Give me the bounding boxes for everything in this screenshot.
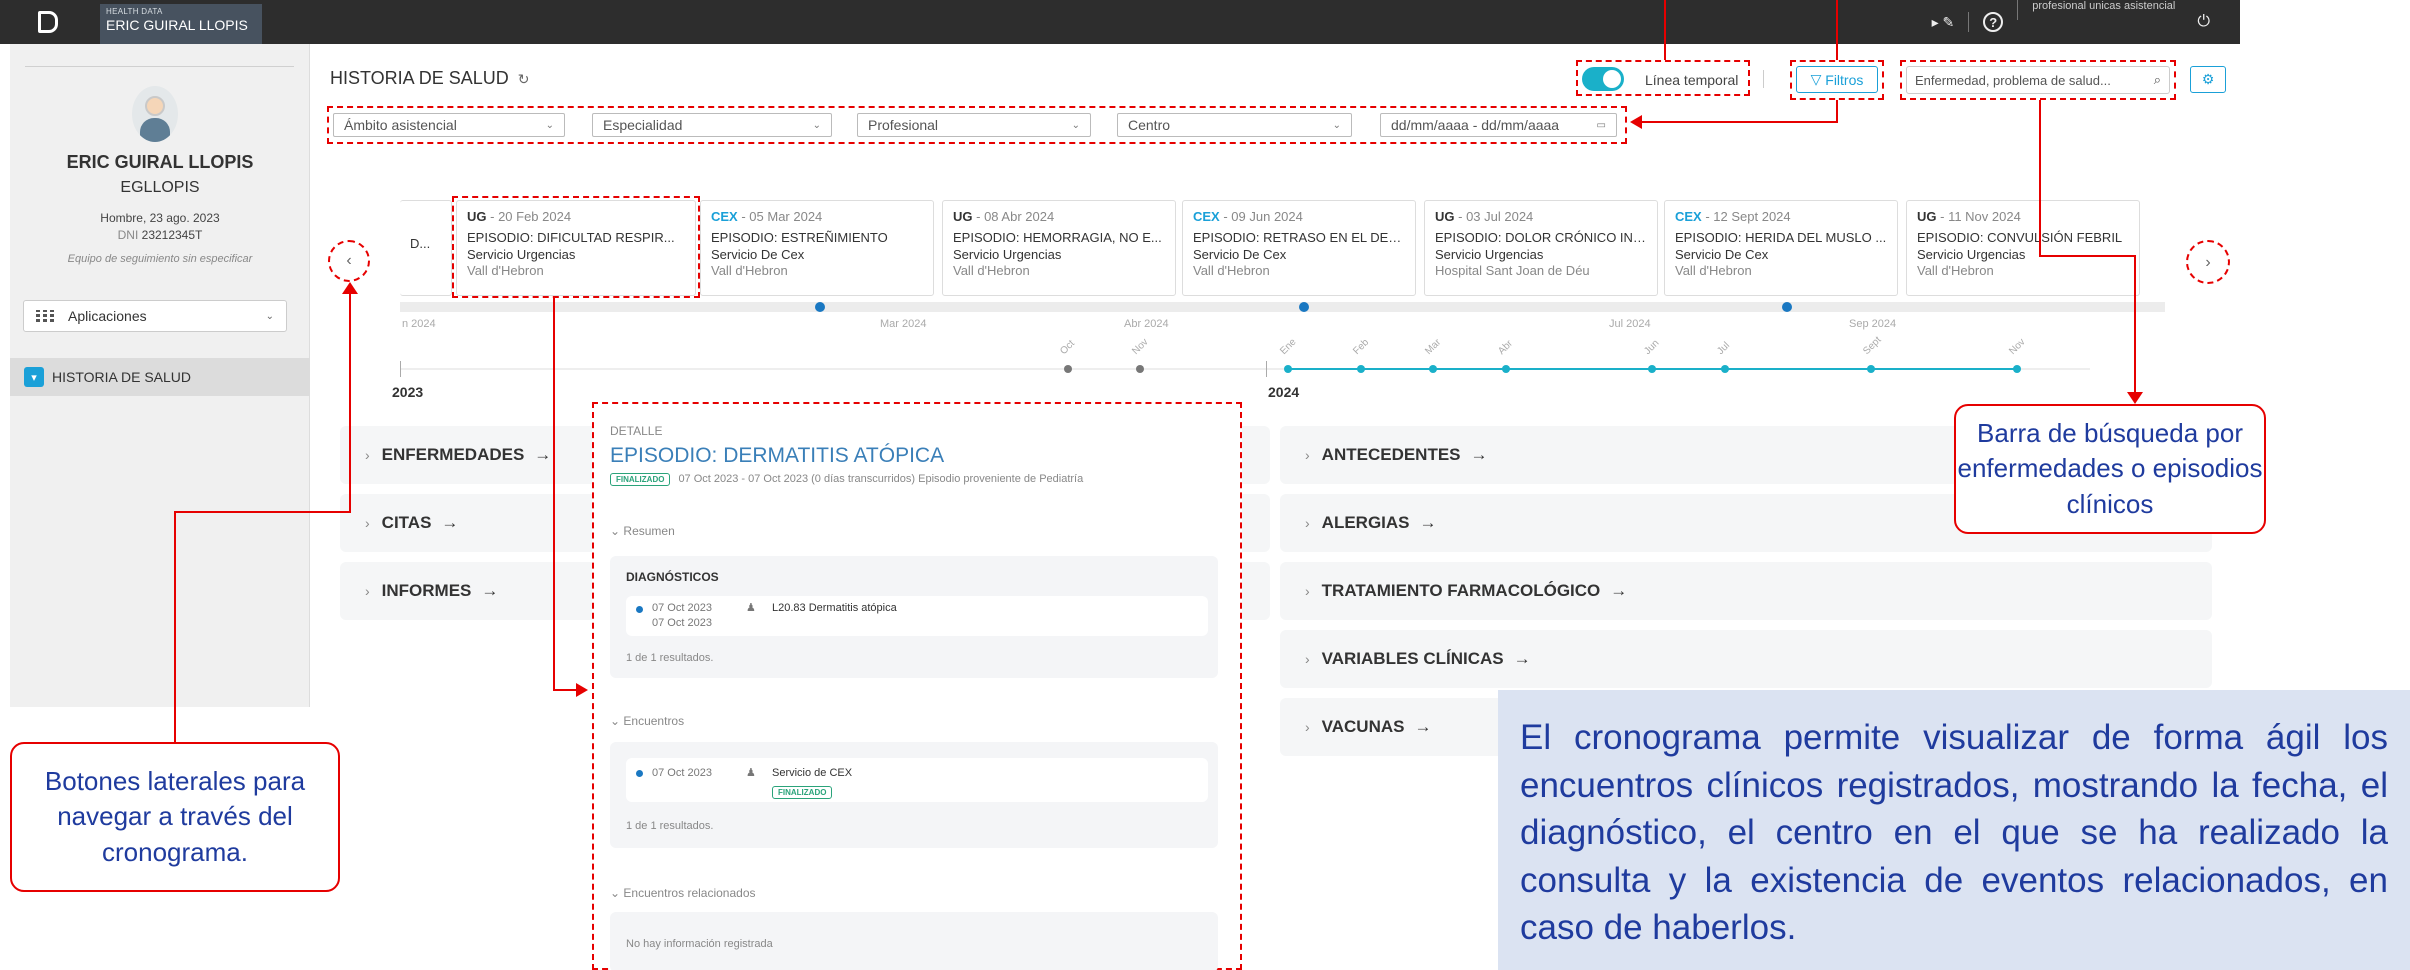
chevron-right-icon: ›	[1305, 651, 1310, 667]
connector-line	[1836, 100, 1838, 122]
chevron-right-icon: ›	[365, 447, 370, 463]
arrowhead	[2127, 392, 2143, 404]
highlight-filters-button	[1790, 60, 1884, 100]
chevron-right-icon: ›	[1305, 515, 1310, 531]
related-box: No hay información registrada	[610, 912, 1218, 970]
detail-label: DETALLE	[610, 424, 663, 438]
connector-line	[174, 511, 176, 743]
highlight-filter-row	[327, 106, 1627, 144]
status-badge: FINALIZADO	[610, 473, 671, 486]
encounter-text: Servicio de CEX	[772, 767, 853, 779]
accordion-label: CITAS	[381, 513, 432, 532]
connector-line	[349, 292, 351, 512]
chevron-right-icon: ›	[365, 583, 370, 599]
connector-line	[174, 511, 351, 513]
arrow-right-icon: →	[1470, 445, 1488, 464]
chevron-right-icon: ›	[1305, 719, 1310, 735]
arrow-right-icon: →	[1513, 649, 1531, 668]
connector-line	[2039, 100, 2041, 256]
accordion-label: VARIABLES CLÍNICAS	[1321, 649, 1504, 668]
arrow-right-icon: →	[1419, 513, 1437, 532]
accordion-label: ENFERMEDADES	[381, 445, 525, 464]
highlight-timeline-toggle	[1576, 60, 1750, 96]
encounter-badge-wrap: FINALIZADO	[772, 782, 833, 800]
detail-meta: FINALIZADO 07 Oct 2023 - 07 Oct 2023 (0 d…	[610, 473, 1083, 486]
diagnosis-text: L20.83 Dermatitis atópica	[772, 602, 897, 614]
connector-line	[1664, 0, 1666, 60]
detail-title: EPISODIO: DERMATITIS ATÓPICA	[610, 444, 945, 467]
year-tick	[1266, 361, 1267, 377]
highlight-next-button	[2186, 240, 2230, 284]
accordion-label: ANTECEDENTES	[1321, 445, 1461, 464]
arrow-right-icon: →	[441, 513, 459, 532]
diagnosis-row[interactable]: 07 Oct 2023 07 Oct 2023 ♟ L20.83 Dermati…	[626, 596, 1208, 636]
connector-line	[1640, 121, 1838, 123]
callout-lateral-buttons: Botones laterales para navegar a través …	[10, 742, 340, 892]
accordion-label: INFORMES	[381, 581, 472, 600]
arrow-right-icon: →	[481, 581, 499, 600]
accordion-label: ALERGIAS	[1321, 513, 1410, 532]
status-badge: FINALIZADO	[772, 786, 833, 799]
bullet-icon	[636, 606, 643, 613]
encuentros-box: 07 Oct 2023 ♟ Servicio de CEX FINALIZADO…	[610, 742, 1218, 848]
section-resumen[interactable]: ⌄ Resumen	[610, 524, 675, 538]
encounter-date: 07 Oct 2023	[652, 767, 712, 779]
chevron-down-icon: ⌄	[610, 886, 621, 900]
results-count: 1 de 1 resultados.	[626, 652, 714, 664]
episode-detail-panel: DETALLE EPISODIO: DERMATITIS ATÓPICA FIN…	[592, 402, 1242, 970]
person-icon: ♟	[746, 767, 756, 779]
arrowhead	[1630, 115, 1642, 129]
chevron-right-icon: ›	[1305, 583, 1310, 599]
chevron-down-icon: ⌄	[610, 524, 621, 538]
year-label: 2024	[1268, 384, 1300, 400]
highlight-selected-card	[452, 196, 700, 298]
diagnosticos-title: DIAGNÓSTICOS	[626, 570, 719, 584]
accordion-tratamiento[interactable]: › TRATAMIENTO FARMACOLÓGICO →	[1280, 562, 2212, 620]
person-icon: ♟	[746, 602, 756, 614]
connector-line	[553, 689, 578, 691]
section-label: Resumen	[623, 524, 675, 538]
accordion-label: TRATAMIENTO FARMACOLÓGICO	[1321, 581, 1601, 600]
arrow-right-icon: →	[1610, 581, 1628, 600]
accordion-variables[interactable]: › VARIABLES CLÍNICAS →	[1280, 630, 2212, 688]
connector-line	[553, 298, 555, 690]
chevron-right-icon: ›	[1305, 447, 1310, 463]
highlight-search	[1900, 60, 2176, 100]
section-label: Encuentros	[623, 714, 685, 728]
arrow-right-icon: →	[1414, 717, 1432, 736]
connector-line	[1836, 0, 1838, 60]
chevron-down-icon: ⌄	[610, 714, 621, 728]
year-tick	[400, 361, 401, 377]
section-label: Encuentros relacionados	[623, 886, 756, 900]
arrowhead	[342, 282, 358, 294]
connector-line	[2039, 255, 2135, 257]
accordion-label: VACUNAS	[1321, 717, 1405, 736]
year-label: 2023	[392, 384, 424, 400]
section-encuentros-relacionados[interactable]: ⌄ Encuentros relacionados	[610, 886, 756, 900]
results-count: 1 de 1 resultados.	[626, 820, 714, 832]
callout-search-bar: Barra de búsqueda por enfermedades o epi…	[1954, 404, 2266, 534]
arrow-right-icon: →	[534, 445, 552, 464]
diagnosis-date-end: 07 Oct 2023	[652, 617, 712, 629]
chevron-right-icon: ›	[365, 515, 370, 531]
bullet-icon	[636, 770, 643, 777]
encounter-row[interactable]: 07 Oct 2023 ♟ Servicio de CEX FINALIZADO	[626, 758, 1208, 802]
detail-meta-text: 07 Oct 2023 - 07 Oct 2023 (0 días transc…	[678, 473, 1084, 485]
connector-line	[2134, 255, 2136, 395]
info-box: El cronograma permite visualizar de form…	[1498, 690, 2410, 970]
no-info-text: No hay información registrada	[626, 938, 773, 950]
diagnosis-date: 07 Oct 2023	[652, 602, 712, 614]
section-encuentros[interactable]: ⌄ Encuentros	[610, 714, 684, 728]
highlight-prev-button	[328, 240, 370, 282]
arrowhead	[576, 683, 588, 697]
diagnosticos-box: DIAGNÓSTICOS 07 Oct 2023 07 Oct 2023 ♟ L…	[610, 556, 1218, 678]
accordion-vacunas[interactable]: › VACUNAS →	[1280, 698, 1520, 756]
